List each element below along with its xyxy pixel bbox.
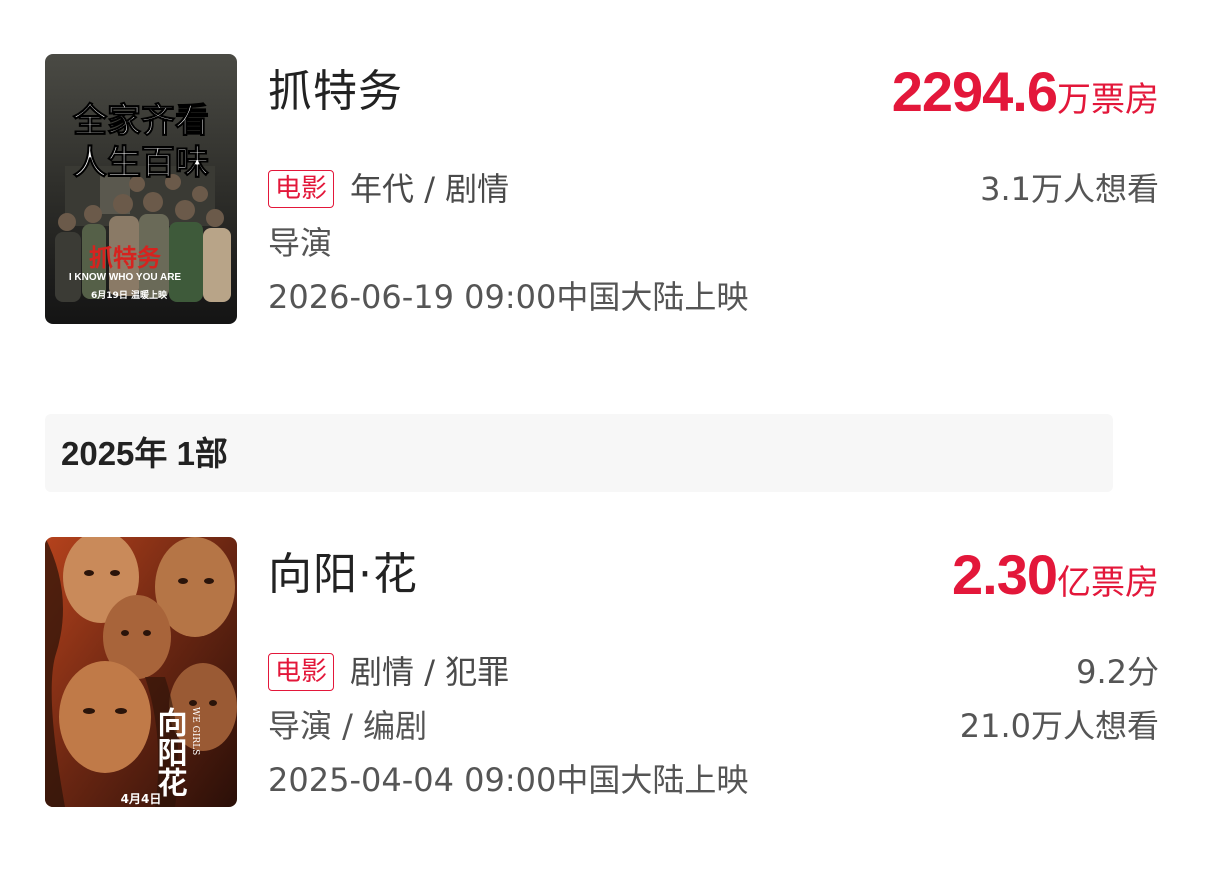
- movie-title[interactable]: 抓特务: [268, 64, 403, 120]
- want-to-see-count: 3.1万人想看: [980, 170, 1159, 208]
- poster-logo: 抓特务: [89, 244, 162, 272]
- tag-row: 电影 剧情 / 犯罪: [268, 651, 509, 693]
- type-tag: 电影: [268, 170, 335, 208]
- year-section-label: 2025年 1部: [61, 435, 228, 472]
- movie-item[interactable]: 全家齐看 人生百味 抓特务 I KNOW WHO YOU ARE 6月19日 温…: [0, 54, 1206, 324]
- box-office-value: 2.30: [952, 543, 1058, 606]
- poster-headline-1: 全家齐看: [72, 101, 209, 141]
- movie-poster[interactable]: 全家齐看 人生百味 抓特务 I KNOW WHO YOU ARE 6月19日 温…: [45, 54, 237, 324]
- box-office-value: 2294.6: [891, 60, 1058, 123]
- release-date: 2026-06-19 09:00中国大陆上映: [268, 278, 749, 316]
- box-office-unit: 亿票房: [1057, 563, 1159, 603]
- roles: 导演: [268, 224, 333, 262]
- movie-item[interactable]: 向阳花 WE GIRLS 4月4日 向阳·花 2.30亿票房 电影 剧情 / 犯…: [0, 537, 1206, 807]
- box-office: 2294.6万票房: [892, 60, 1159, 138]
- movie-title[interactable]: 向阳·花: [268, 547, 418, 603]
- poster-date: 4月4日: [121, 792, 162, 806]
- release-date: 2025-04-04 09:00中国大陆上映: [268, 761, 749, 799]
- roles: 导演 / 编剧: [268, 707, 428, 745]
- poster-english-title: WE GIRLS: [190, 707, 200, 755]
- movie-poster[interactable]: 向阳花 WE GIRLS 4月4日: [45, 537, 237, 807]
- genres: 剧情 / 犯罪: [350, 653, 510, 691]
- poster-logo: 向阳花: [152, 707, 188, 797]
- genres: 年代 / 剧情: [350, 170, 510, 208]
- box-office: 2.30亿票房: [952, 543, 1159, 621]
- type-tag: 电影: [268, 653, 335, 691]
- poster-english-title: I KNOW WHO YOU ARE: [69, 272, 182, 283]
- poster-headline-2: 人生百味: [73, 143, 209, 183]
- rating-score: 9.2分: [1076, 653, 1159, 691]
- tag-row: 电影 年代 / 剧情: [268, 168, 509, 210]
- year-section-header: 2025年 1部: [45, 414, 1113, 492]
- poster-date: 6月19日 温暖上映: [91, 289, 168, 301]
- box-office-unit: 万票房: [1057, 80, 1159, 120]
- want-to-see-count: 21.0万人想看: [959, 707, 1159, 745]
